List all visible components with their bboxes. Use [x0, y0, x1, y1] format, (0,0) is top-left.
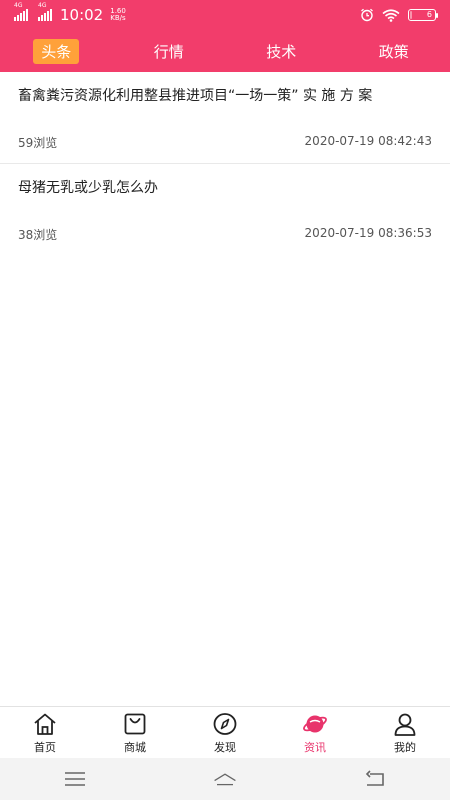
- system-nav-bar: [0, 758, 450, 800]
- list-item[interactable]: 畜禽粪污资源化利用整县推进项目“一场一策” 实 施 方 案 59浏览 2020-…: [0, 72, 450, 164]
- tab-headlines[interactable]: 头条: [0, 38, 113, 64]
- nav-mall[interactable]: 商城: [90, 707, 180, 759]
- nav-label: 商城: [124, 741, 146, 754]
- tab-technology[interactable]: 技术: [225, 39, 338, 64]
- signal-icon: 4G: [14, 3, 28, 21]
- status-right: 6: [360, 8, 438, 22]
- nav-label: 首页: [34, 741, 56, 754]
- nav-news[interactable]: 资讯: [270, 707, 360, 759]
- bottom-nav: 首页 商城 发现 资讯 我的: [0, 706, 450, 759]
- view-count: 38浏览: [18, 228, 58, 242]
- nav-discover[interactable]: 发现: [180, 707, 270, 759]
- nav-label: 我的: [394, 741, 416, 754]
- article-meta: 38浏览 2020-07-19 08:36:53: [18, 226, 432, 243]
- status-time: 10:02: [60, 6, 104, 24]
- status-left: 4G 4G 10:02 1.60 KB/s: [14, 3, 126, 24]
- nav-home[interactable]: 首页: [0, 707, 90, 759]
- tab-market[interactable]: 行情: [113, 39, 226, 64]
- article-title: 母猪无乳或少乳怎么办: [18, 180, 158, 196]
- article-list: 畜禽粪污资源化利用整县推进项目“一场一策” 实 施 方 案 59浏览 2020-…: [0, 72, 450, 255]
- article-meta: 59浏览 2020-07-19 08:42:43: [18, 134, 432, 151]
- wifi-icon: [382, 8, 400, 22]
- network-label: 4G: [14, 2, 23, 9]
- bag-icon: [124, 713, 146, 735]
- tab-label: 行情: [153, 42, 184, 61]
- compass-icon: [213, 713, 237, 735]
- network-label: 4G: [38, 2, 47, 9]
- nav-mine[interactable]: 我的: [360, 707, 450, 759]
- home-icon: [34, 713, 56, 735]
- user-icon: [394, 713, 416, 736]
- publish-date: 2020-07-19 08:42:43: [304, 134, 432, 148]
- network-speed: 1.60 KB/s: [110, 8, 126, 22]
- signal-icon: 4G: [38, 3, 52, 21]
- tab-label: 政策: [378, 42, 409, 61]
- battery-level: 6: [426, 10, 432, 19]
- category-tabs: 头条 行情 技术 政策: [0, 30, 450, 72]
- list-item[interactable]: 母猪无乳或少乳怎么办 38浏览 2020-07-19 08:36:53: [0, 164, 450, 255]
- status-bar: 4G 4G 10:02 1.60 KB/s 6: [0, 0, 450, 30]
- tab-label: 技术: [266, 42, 297, 61]
- planet-icon: [303, 715, 327, 733]
- home-nav-icon[interactable]: [213, 769, 237, 789]
- battery-icon: 6: [408, 9, 438, 21]
- nav-label: 资讯: [304, 741, 326, 754]
- tab-policy[interactable]: 政策: [338, 39, 450, 64]
- back-icon[interactable]: [363, 769, 387, 789]
- speed-unit: KB/s: [110, 14, 126, 22]
- tab-label: 头条: [33, 38, 80, 64]
- menu-icon[interactable]: [63, 769, 87, 789]
- publish-date: 2020-07-19 08:36:53: [304, 226, 432, 240]
- view-count: 59浏览: [18, 136, 58, 150]
- nav-label: 发现: [214, 741, 236, 754]
- article-title: 畜禽粪污资源化利用整县推进项目“一场一策” 实 施 方 案: [18, 88, 373, 104]
- alarm-icon: [361, 8, 373, 22]
